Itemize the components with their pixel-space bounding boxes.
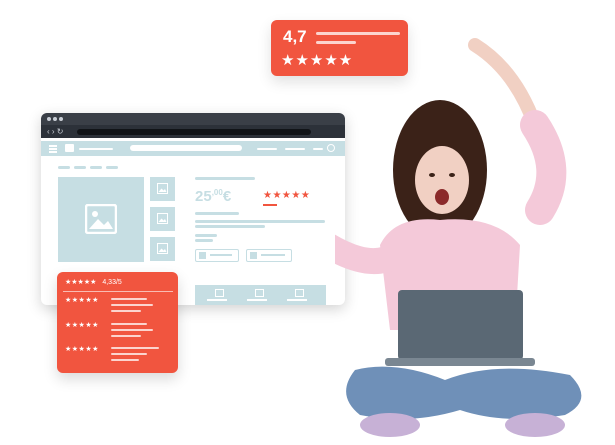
browser-titlebar: [41, 113, 345, 125]
review-stars: ★★★★★: [65, 346, 99, 353]
summary-stars: ★★★★★: [65, 279, 97, 286]
description-line: [195, 212, 239, 215]
product-title-placeholder: [195, 177, 255, 180]
price-cents: ,00: [211, 188, 223, 197]
store-icon: [250, 252, 257, 259]
review-line: [111, 298, 147, 300]
product-thumbnail[interactable]: [150, 207, 175, 231]
site-name-placeholder: [79, 148, 113, 150]
price-currency: €: [222, 188, 232, 205]
image-icon: [157, 243, 168, 254]
product-price: 25,00€: [195, 188, 231, 205]
cart-icon: [199, 252, 206, 259]
review-line: [111, 310, 141, 312]
window-dot[interactable]: [59, 117, 63, 121]
nav-link[interactable]: [257, 148, 277, 150]
review-line: [111, 347, 159, 349]
wishlist-button[interactable]: [246, 249, 292, 262]
breadcrumb[interactable]: [58, 166, 70, 169]
review-card: ★★★★★ 4,33/5 ★★★★★ ★★★★★ ★★★★★: [57, 272, 178, 373]
review-line: [111, 353, 147, 355]
image-icon[interactable]: [255, 289, 264, 297]
product-label-line: [287, 299, 307, 301]
breadcrumb[interactable]: [106, 166, 118, 169]
search-input[interactable]: [130, 145, 242, 151]
breadcrumb[interactable]: [74, 166, 86, 169]
review-line: [111, 323, 147, 325]
menu-icon[interactable]: [49, 145, 57, 153]
description-line: [195, 239, 213, 242]
add-to-cart-button[interactable]: [195, 249, 239, 262]
nav-arrows-icon[interactable]: ‹ › ↻: [47, 125, 63, 138]
image-icon: [157, 213, 168, 224]
window-dot[interactable]: [47, 117, 51, 121]
review-summary: ★★★★★ 4,33/5: [65, 278, 122, 286]
logo-icon: [65, 144, 74, 152]
rating-underline: [263, 204, 277, 206]
review-line: [111, 329, 153, 331]
product-label-line: [247, 299, 267, 301]
rating-value: 4,7: [283, 27, 307, 46]
url-bar[interactable]: [77, 129, 311, 135]
woman-with-laptop-illustration: [335, 38, 582, 437]
product-main-image[interactable]: [58, 177, 144, 262]
image-icon: [85, 204, 117, 234]
price-main: 25: [195, 188, 212, 205]
image-icon[interactable]: [295, 289, 304, 297]
review-stars: ★★★★★: [65, 322, 99, 329]
description-line: [195, 220, 325, 223]
review-stars: ★★★★★: [65, 297, 99, 304]
description-line: [195, 225, 265, 228]
review-line: [111, 359, 139, 361]
nav-link[interactable]: [313, 148, 323, 150]
window-dot[interactable]: [53, 117, 57, 121]
related-products-strip: [195, 285, 326, 305]
divider: [63, 291, 173, 292]
description-line: [195, 234, 217, 237]
summary-score: 4,33/5: [102, 279, 122, 286]
product-thumbnail[interactable]: [150, 177, 175, 201]
button-label-placeholder: [261, 254, 285, 256]
review-line: [111, 304, 153, 306]
breadcrumb[interactable]: [90, 166, 102, 169]
cart-icon[interactable]: [327, 144, 335, 152]
review-line: [111, 335, 141, 337]
product-thumbnail[interactable]: [150, 237, 175, 261]
product-label-line: [207, 299, 227, 301]
image-icon: [157, 183, 168, 194]
image-icon[interactable]: [215, 289, 224, 297]
button-label-placeholder: [210, 254, 232, 256]
nav-link[interactable]: [285, 148, 305, 150]
product-rating-stars[interactable]: ★★★★★: [263, 190, 310, 201]
